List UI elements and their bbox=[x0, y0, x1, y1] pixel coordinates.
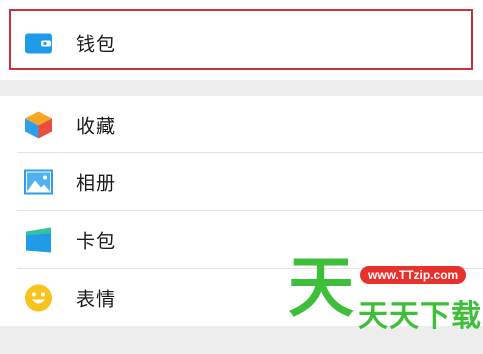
watermark: 天 www.TTzip.com 天天下载 bbox=[288, 255, 483, 335]
wallet-highlight-box bbox=[9, 9, 473, 70]
menu-item-favorites[interactable]: 收藏 bbox=[0, 96, 483, 153]
menu-item-label: 表情 bbox=[76, 288, 117, 310]
wallet-section: 钱包 bbox=[0, 0, 483, 80]
card-wallet-icon bbox=[26, 227, 51, 252]
emoji-smiley-icon bbox=[25, 284, 52, 311]
watermark-glyph: 天 bbox=[288, 249, 354, 326]
menu-item-label: 收藏 bbox=[76, 115, 117, 137]
watermark-site: www.TTzip.com bbox=[360, 266, 467, 284]
photo-album-icon bbox=[24, 169, 53, 194]
menu-item-album[interactable]: 相册 bbox=[0, 153, 483, 210]
menu-item-label: 卡包 bbox=[76, 230, 117, 252]
watermark-name: 天天下载 bbox=[358, 299, 482, 334]
menu-item-label: 相册 bbox=[76, 172, 117, 194]
favorites-cube-icon bbox=[25, 111, 52, 138]
